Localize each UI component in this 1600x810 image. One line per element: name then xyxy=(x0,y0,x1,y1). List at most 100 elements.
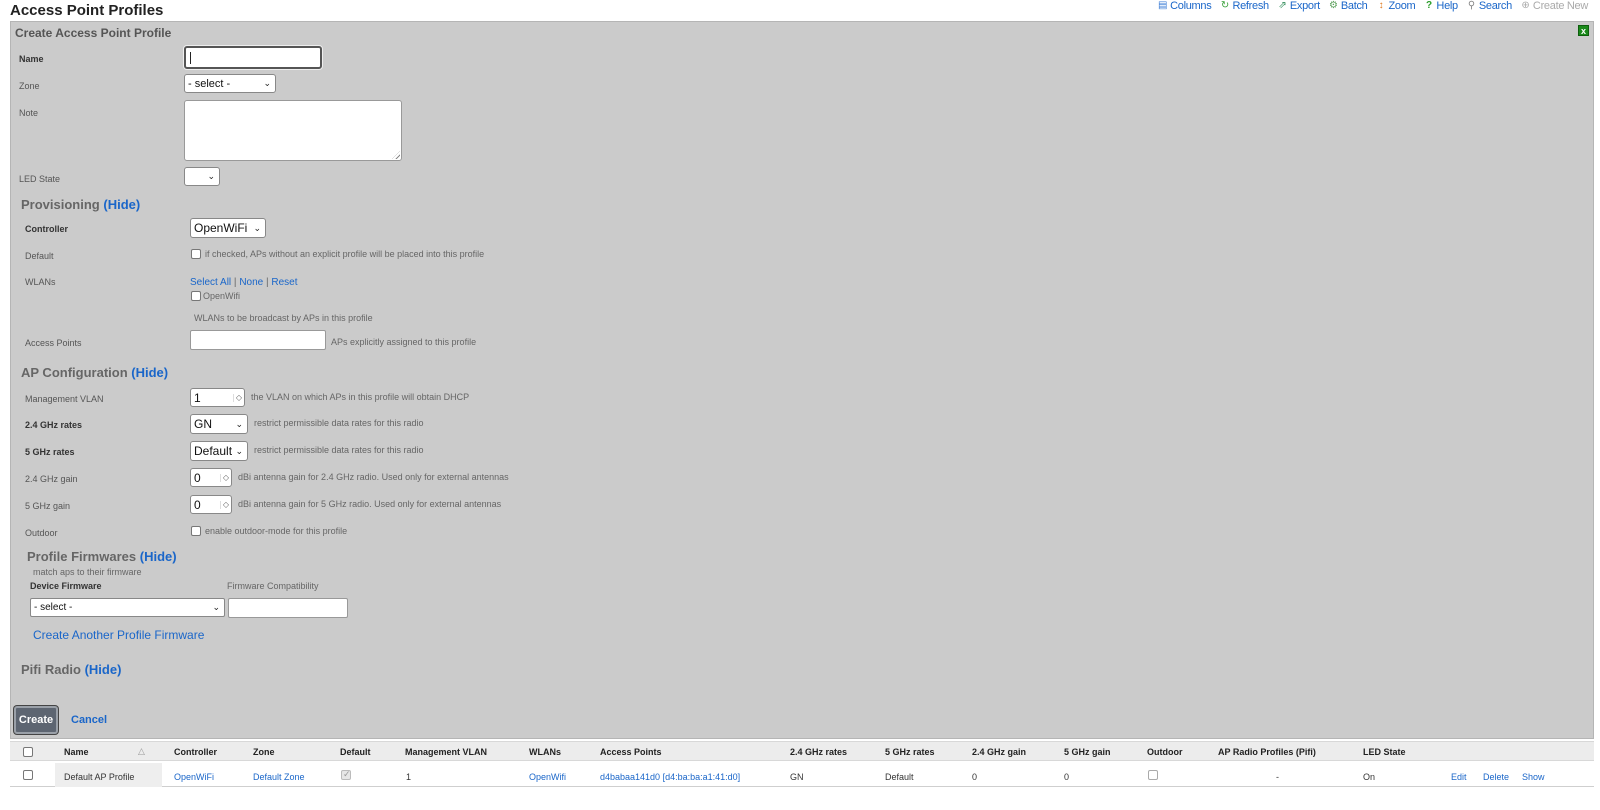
help-icon: ? xyxy=(1426,0,1432,11)
row-gain-5: 0 xyxy=(1064,772,1070,782)
row-access-points-link[interactable]: d4babaa141d0 [d4:ba:ba:a1:41:d0] xyxy=(600,772,740,782)
device-firmware-header: Device Firmware xyxy=(30,581,102,591)
zone-select[interactable]: - select - ⌄ xyxy=(184,74,276,93)
ap-config-section-title: AP Configuration (Hide) xyxy=(21,365,169,380)
col-outdoor[interactable]: Outdoor xyxy=(1147,747,1183,757)
spinner-icon[interactable]: ◇ xyxy=(219,500,229,509)
toolbar: ▤ Columns ↻ Refresh ⇗ Export ⚙ Batch ↕ Z… xyxy=(1157,0,1588,12)
row-select-checkbox[interactable] xyxy=(23,770,33,780)
row-led-state: On xyxy=(1363,772,1376,782)
management-vlan-hint: the VLAN on which APs in this profile wi… xyxy=(251,392,470,402)
rates-24-label: 2.4 GHz rates xyxy=(25,420,83,430)
row-vlan: 1 xyxy=(406,772,412,782)
chevron-down-icon: ⌄ xyxy=(235,445,243,456)
spinner-icon[interactable]: ◇ xyxy=(232,393,242,402)
controller-label: Controller xyxy=(25,224,69,234)
outdoor-hint: enable outdoor-mode for this profile xyxy=(205,526,348,536)
col-pifi-profiles[interactable]: AP Radio Profiles (Pifi) xyxy=(1218,747,1316,757)
row-zone-link[interactable]: Default Zone xyxy=(253,772,305,782)
zoom-icon: ↕ xyxy=(1378,0,1384,11)
col-led-state[interactable]: LED State xyxy=(1363,747,1406,757)
create-button[interactable]: Create xyxy=(14,706,58,734)
create-another-firmware-link[interactable]: Create Another Profile Firmware xyxy=(33,628,204,642)
col-zone[interactable]: Zone xyxy=(253,747,275,757)
gain-5-label: 5 GHz gain xyxy=(25,501,71,511)
chevron-down-icon: ⌄ xyxy=(253,222,261,233)
name-input[interactable] xyxy=(184,46,322,69)
col-name[interactable]: Name xyxy=(64,747,89,757)
default-label: Default xyxy=(25,251,54,261)
row-default-checkbox xyxy=(341,769,351,780)
access-points-input[interactable] xyxy=(190,330,326,350)
col-controller[interactable]: Controller xyxy=(174,747,217,757)
select-all-link[interactable]: Select All xyxy=(190,277,231,288)
row-show-link[interactable]: Show xyxy=(1522,772,1545,782)
wlans-label: WLANs xyxy=(25,277,56,287)
chevron-down-icon: ⌄ xyxy=(263,78,271,88)
gain-24-hint: dBi antenna gain for 2.4 GHz radio. Used… xyxy=(238,472,509,482)
search-icon: ⚲ xyxy=(1467,0,1475,11)
firmware-compat-input[interactable] xyxy=(228,598,348,618)
chevron-down-icon: ⌄ xyxy=(235,418,243,429)
resize-grip-icon[interactable] xyxy=(392,151,400,159)
default-checkbox[interactable] xyxy=(191,249,201,259)
led-state-select[interactable]: ⌄ xyxy=(184,167,220,186)
outdoor-checkbox[interactable] xyxy=(191,526,201,536)
help-button[interactable]: ? Help xyxy=(1423,0,1458,12)
zoom-button[interactable]: ↕ Zoom xyxy=(1376,0,1416,12)
create-new-button[interactable]: ⊕ Create New xyxy=(1520,0,1588,12)
batch-button[interactable]: ⚙ Batch xyxy=(1328,0,1368,12)
row-wlans-link[interactable]: OpenWifi xyxy=(529,772,566,782)
panel-title: Create Access Point Profile xyxy=(15,26,172,40)
create-profile-panel: Create Access Point Profile x Name Zone … xyxy=(10,21,1594,739)
export-button[interactable]: ⇗ Export xyxy=(1277,0,1320,12)
col-default[interactable]: Default xyxy=(340,747,371,757)
gain-24-input[interactable]: 0 ◇ xyxy=(190,468,232,487)
row-rates-24: GN xyxy=(790,772,804,782)
col-access-points[interactable]: Access Points xyxy=(600,747,662,757)
row-outdoor-checkbox xyxy=(1148,770,1158,780)
profile-firmwares-section-title: Profile Firmwares (Hide) xyxy=(27,549,177,564)
row-edit-link[interactable]: Edit xyxy=(1451,772,1467,782)
row-delete-link[interactable]: Delete xyxy=(1483,772,1509,782)
reset-link[interactable]: Reset xyxy=(271,277,297,288)
col-gain-5[interactable]: 5 GHz gain xyxy=(1064,747,1111,757)
rates-5-select[interactable]: Default ⌄ xyxy=(190,441,248,461)
rates-24-select[interactable]: GN ⌄ xyxy=(190,414,248,434)
select-all-rows-checkbox[interactable] xyxy=(23,747,33,757)
device-firmware-select[interactable]: - select - ⌄ xyxy=(30,598,225,617)
ap-config-hide-link[interactable]: (Hide) xyxy=(131,365,168,380)
management-vlan-label: Management VLAN xyxy=(25,394,104,404)
batch-icon: ⚙ xyxy=(1329,0,1338,11)
access-points-label: Access Points xyxy=(25,338,82,348)
chevron-down-icon: ⌄ xyxy=(212,602,220,612)
sort-icon[interactable]: △ xyxy=(138,746,145,757)
wlan-openwifi-checkbox[interactable] xyxy=(191,291,201,301)
management-vlan-input[interactable]: 1 ◇ xyxy=(190,388,245,407)
col-gain-24[interactable]: 2.4 GHz gain xyxy=(972,747,1026,757)
pifi-radio-hide-link[interactable]: (Hide) xyxy=(85,662,122,677)
gain-5-input[interactable]: 0 ◇ xyxy=(190,495,232,514)
row-gain-24: 0 xyxy=(972,772,978,782)
profile-firmwares-hide-link[interactable]: (Hide) xyxy=(140,549,177,564)
search-button[interactable]: ⚲ Search xyxy=(1466,0,1512,12)
row-rates-5: Default xyxy=(885,772,914,782)
controller-select[interactable]: OpenWiFi ⌄ xyxy=(190,218,266,238)
col-rates-5[interactable]: 5 GHz rates xyxy=(885,747,935,757)
text-cursor xyxy=(190,52,191,64)
select-none-link[interactable]: None xyxy=(239,277,263,288)
col-rates-24[interactable]: 2.4 GHz rates xyxy=(790,747,847,757)
close-icon[interactable]: x xyxy=(1578,25,1589,36)
profile-firmwares-subtitle: match aps to their firmware xyxy=(33,567,142,577)
provisioning-hide-link[interactable]: (Hide) xyxy=(103,197,140,212)
columns-button[interactable]: ▤ Columns xyxy=(1157,0,1212,12)
cancel-button[interactable]: Cancel xyxy=(71,714,107,726)
access-points-hint: APs explicitly assigned to this profile xyxy=(331,337,477,347)
note-textarea[interactable] xyxy=(184,100,402,161)
row-controller-link[interactable]: OpenWiFi xyxy=(174,772,214,782)
create-new-icon: ⊕ xyxy=(1521,0,1530,11)
spinner-icon[interactable]: ◇ xyxy=(219,473,229,482)
col-wlans[interactable]: WLANs xyxy=(529,747,561,757)
refresh-button[interactable]: ↻ Refresh xyxy=(1219,0,1269,12)
col-management-vlan[interactable]: Management VLAN xyxy=(405,747,487,757)
